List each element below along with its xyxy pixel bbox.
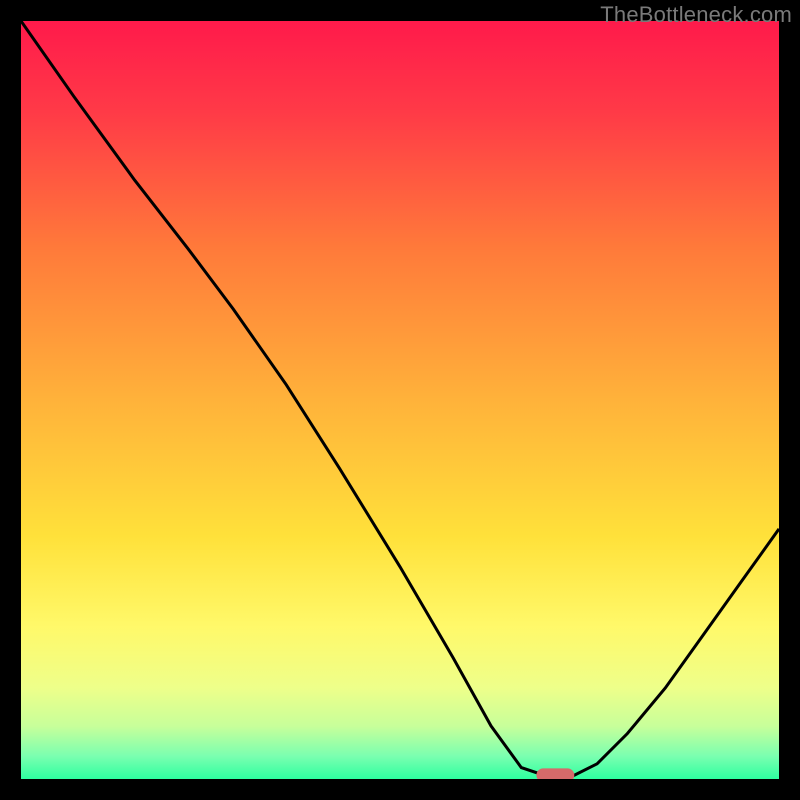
optimal-point-marker [536, 768, 574, 779]
watermark-text: TheBottleneck.com [600, 2, 792, 28]
gradient-background [21, 21, 779, 779]
plot-area [21, 21, 779, 779]
plot-svg [21, 21, 779, 779]
chart-frame: TheBottleneck.com [0, 0, 800, 800]
